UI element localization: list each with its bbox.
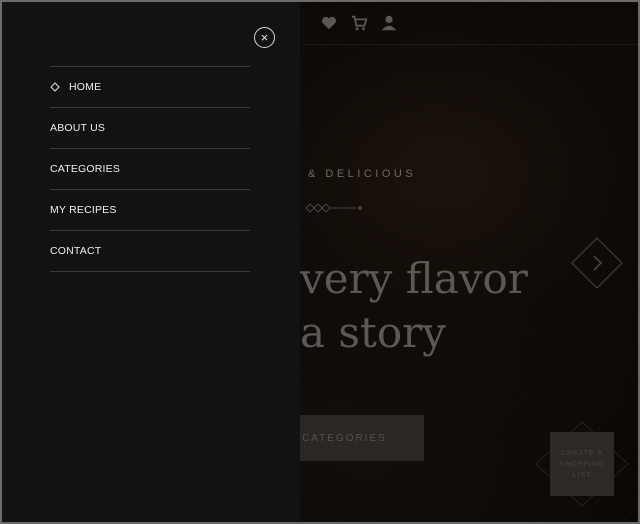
close-icon: ×: [260, 30, 269, 45]
categories-button-label: CATEGORIES: [302, 432, 387, 444]
menu-item-home[interactable]: HOME: [50, 67, 250, 108]
header-actions: [320, 14, 398, 32]
headline-line-1: very flavor: [300, 254, 528, 303]
menu-item-my-recipes[interactable]: MY RECIPES: [50, 190, 250, 231]
menu-item-about-us[interactable]: ABOUT US: [50, 108, 250, 149]
active-diamond-icon: [50, 82, 60, 92]
headline-line-2: a story: [300, 308, 446, 357]
app-frame: & DELICIOUS very flavor a story CATEGORI…: [2, 2, 638, 522]
menu-item-label: CATEGORIES: [50, 163, 121, 175]
header-divider: [302, 44, 638, 45]
create-shopping-list-button[interactable]: CREATE A SHOPPING LIST: [550, 432, 614, 496]
menu-item-categories[interactable]: CATEGORIES: [50, 149, 250, 190]
menu-item-label: CONTACT: [50, 245, 102, 257]
close-menu-button[interactable]: ×: [254, 27, 275, 48]
heart-icon[interactable]: [320, 14, 338, 32]
hero-headline: very flavor a story: [300, 252, 528, 360]
nav-menu: HOME ABOUT US CATEGORIES MY RECIPES CONT…: [50, 66, 250, 272]
cart-icon[interactable]: [350, 14, 368, 32]
ornament-divider-icon: [305, 203, 362, 213]
next-slide-arrow-icon[interactable]: [570, 236, 624, 290]
categories-button[interactable]: CATEGORIES: [300, 415, 424, 461]
menu-item-label: HOME: [69, 81, 102, 93]
shopping-button-label: CREATE A SHOPPING LIST: [559, 449, 605, 479]
menu-item-label: MY RECIPES: [50, 204, 117, 216]
hero-tagline: & DELICIOUS: [308, 168, 417, 180]
user-icon[interactable]: [380, 14, 398, 32]
side-menu-drawer: × HOME ABOUT US CATEGORIES MY RECIPES CO…: [2, 2, 300, 522]
menu-item-contact[interactable]: CONTACT: [50, 231, 250, 272]
menu-item-label: ABOUT US: [50, 122, 106, 134]
